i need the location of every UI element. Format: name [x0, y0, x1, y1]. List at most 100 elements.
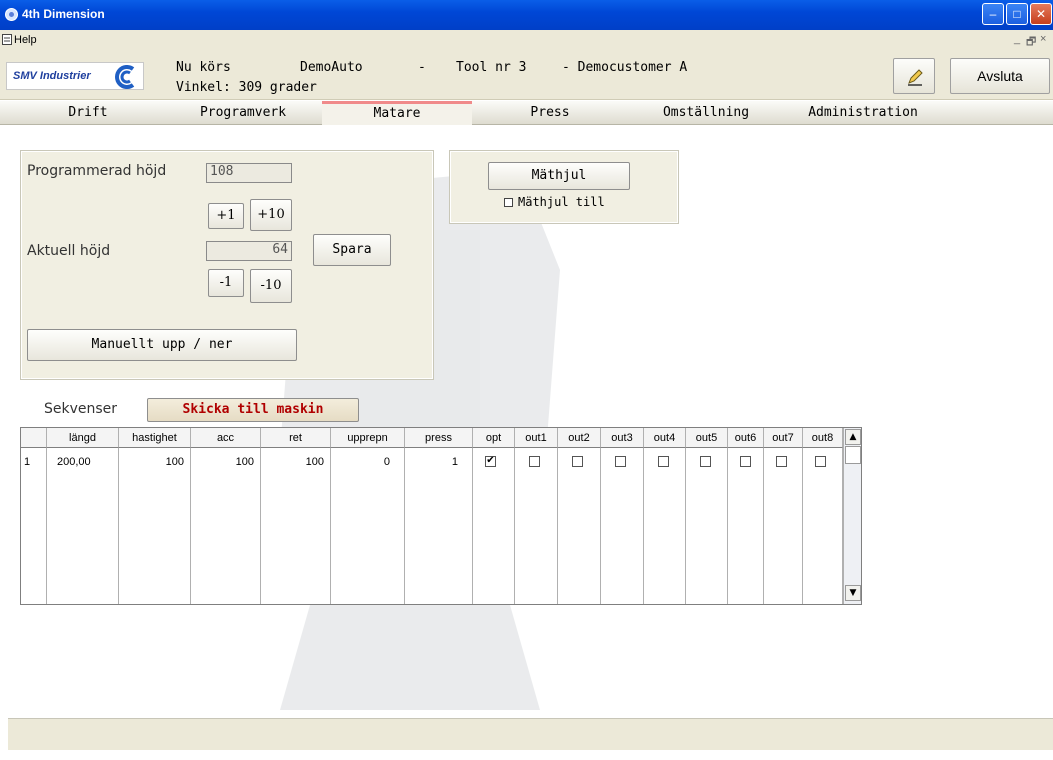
tab-press[interactable]: Press: [500, 101, 600, 125]
column-header-out5[interactable]: out5: [686, 428, 728, 448]
column-out2: [558, 448, 601, 604]
programmed-height-label: Programmerad höjd: [27, 163, 167, 179]
cell-acc[interactable]: 100: [236, 456, 254, 468]
tab-bar: Drift Programverk Matare Press Omställni…: [0, 101, 1053, 125]
document-icon: [2, 34, 12, 45]
program-name: DemoAuto: [300, 60, 363, 75]
edit-button[interactable]: [893, 58, 935, 94]
column-out5: [686, 448, 728, 604]
column-header-hastighet[interactable]: hastighet: [119, 428, 191, 448]
send-to-machine-button[interactable]: Skicka till maskin: [147, 398, 359, 422]
column-header-out3[interactable]: out3: [601, 428, 644, 448]
column-out6: [728, 448, 764, 604]
scroll-thumb[interactable]: [845, 446, 861, 464]
measuring-wheel-panel: Mäthjul Mäthjul till: [449, 150, 679, 224]
cell-upprepn[interactable]: 0: [384, 456, 390, 468]
column-langd: 200,00: [47, 448, 119, 604]
logo-text: SMV Industrier: [13, 70, 91, 82]
pencil-icon: [908, 69, 923, 86]
cell-press[interactable]: 1: [452, 456, 458, 468]
out1-checkbox[interactable]: [529, 456, 540, 467]
measuring-wheel-button[interactable]: Mäthjul: [488, 162, 630, 190]
column-header-out8[interactable]: out8: [803, 428, 843, 448]
out8-checkbox[interactable]: [815, 456, 826, 467]
tab-drift[interactable]: Drift: [40, 101, 136, 125]
tab-matare[interactable]: Matare: [322, 101, 472, 125]
tab-administration[interactable]: Administration: [796, 101, 930, 125]
column-out1: [515, 448, 558, 604]
header-separator: -: [418, 60, 426, 75]
column-acc: 100: [191, 448, 261, 604]
minimize-button[interactable]: –: [982, 3, 1004, 25]
scroll-down-button[interactable]: ▼: [845, 585, 861, 601]
programmed-height-field[interactable]: 108: [206, 163, 292, 183]
quit-button[interactable]: Avsluta: [950, 58, 1050, 94]
cell-hastighet[interactable]: 100: [166, 456, 184, 468]
manual-up-down-button[interactable]: Manuellt upp / ner: [27, 329, 297, 361]
column-header-out1[interactable]: out1: [515, 428, 558, 448]
logo-swirl-icon: [115, 65, 135, 89]
column-header-out4[interactable]: out4: [644, 428, 686, 448]
column-out3: [601, 448, 644, 604]
window-title: 4th Dimension: [22, 7, 105, 21]
cell-langd[interactable]: 200,00: [57, 456, 91, 468]
header: SMV Industrier Nu körs DemoAuto - Tool n…: [0, 50, 1053, 100]
mdi-close-button[interactable]: ×: [1040, 33, 1046, 45]
save-button[interactable]: Spara: [313, 234, 391, 266]
table-row[interactable]: 1: [21, 448, 47, 604]
column-out7: [764, 448, 803, 604]
plus-10-button[interactable]: +10: [250, 199, 292, 231]
out7-checkbox[interactable]: [776, 456, 787, 467]
angle-readout: Vinkel: 309 grader: [176, 80, 317, 95]
menu-help[interactable]: Help: [14, 34, 37, 46]
column-header-index: [21, 428, 47, 448]
height-panel: Programmerad höjd 108 +1 +10 Aktuell höj…: [20, 150, 434, 380]
column-header-press[interactable]: press: [405, 428, 473, 448]
company-logo: SMV Industrier: [6, 62, 144, 90]
column-header-out2[interactable]: out2: [558, 428, 601, 448]
column-header-ret[interactable]: ret: [261, 428, 331, 448]
plus-1-button[interactable]: +1: [208, 203, 244, 229]
column-ret: 100: [261, 448, 331, 604]
scroll-up-button[interactable]: ▲: [845, 429, 861, 445]
column-out8: [803, 448, 843, 604]
column-hastighet: 100: [119, 448, 191, 604]
tool-number: Tool nr 3: [456, 60, 527, 75]
measuring-wheel-checkbox[interactable]: [504, 198, 513, 207]
sequences-label: Sekvenser: [44, 401, 118, 417]
out3-checkbox[interactable]: [615, 456, 626, 467]
close-button[interactable]: ✕: [1030, 3, 1052, 25]
column-header-opt[interactable]: opt: [473, 428, 515, 448]
table-scrollbar[interactable]: ▲ ▼: [843, 428, 861, 604]
column-opt: ✔: [473, 448, 515, 604]
tab-programverk[interactable]: Programverk: [178, 101, 308, 125]
app-icon: [5, 8, 18, 21]
column-out4: [644, 448, 686, 604]
cell-ret[interactable]: 100: [306, 456, 324, 468]
actual-height-field: 64: [206, 241, 292, 261]
cell-index: 1: [24, 456, 31, 468]
out5-checkbox[interactable]: [700, 456, 711, 467]
running-label: Nu körs: [176, 60, 231, 75]
column-header-out6[interactable]: out6: [728, 428, 764, 448]
column-upprepn: 0: [331, 448, 405, 604]
column-header-out7[interactable]: out7: [764, 428, 803, 448]
column-header-upprepn[interactable]: upprepn: [331, 428, 405, 448]
mdi-minimize-button[interactable]: _: [1014, 33, 1020, 45]
column-header-langd[interactable]: längd: [47, 428, 119, 448]
out4-checkbox[interactable]: [658, 456, 669, 467]
maximize-button[interactable]: □: [1006, 3, 1028, 25]
minus-10-button[interactable]: -10: [250, 269, 292, 303]
column-header-acc[interactable]: acc: [191, 428, 261, 448]
sequence-table: längd hastighet acc ret upprepn press op…: [20, 427, 862, 605]
minus-1-button[interactable]: -1: [208, 269, 244, 297]
title-bar: 4th Dimension – □ ✕: [0, 0, 1053, 30]
status-bar: [8, 718, 1053, 750]
opt-checkbox[interactable]: ✔: [485, 456, 496, 467]
menu-bar: Help _ 🗗 ×: [0, 30, 1053, 50]
column-press: 1: [405, 448, 473, 604]
tab-omstallning[interactable]: Omställning: [648, 101, 764, 125]
customer-name: - Democustomer A: [562, 60, 688, 75]
out2-checkbox[interactable]: [572, 456, 583, 467]
out6-checkbox[interactable]: [740, 456, 751, 467]
